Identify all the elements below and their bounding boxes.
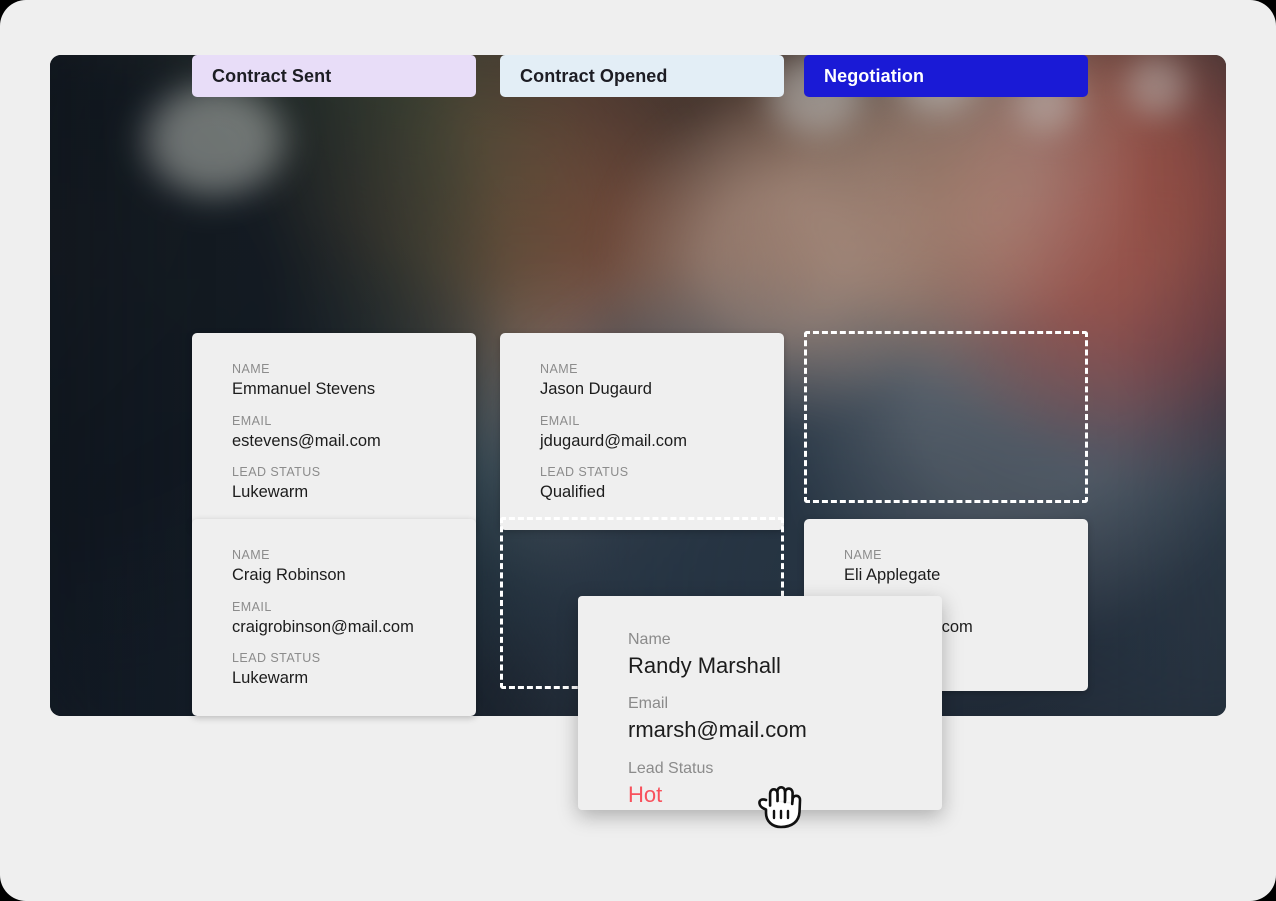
card-label-email: EMAIL — [232, 413, 272, 428]
column-header-contract-opened[interactable]: Contract Opened — [500, 55, 784, 97]
card-label-email: EMAIL — [540, 413, 580, 428]
card-field-email: EMAIL estevens@mail.com — [232, 413, 476, 453]
card-field-name: NAME Emmanuel Stevens — [232, 361, 476, 401]
card-field-lead-status: LEAD STATUS Lukewarm — [232, 464, 476, 504]
card-label-lead-status: LEAD STATUS — [232, 651, 321, 666]
card-field-name: NAME Craig Robinson — [232, 547, 476, 587]
card-value-lead-status: Lukewarm — [232, 483, 309, 502]
card-value-email: jdugaurd@mail.com — [540, 431, 687, 450]
column-contract-sent: Contract Sent — [192, 55, 476, 97]
drag-label-lead-status: Lead Status — [628, 759, 714, 777]
card-field-lead-status: LEAD STATUS Qualified — [540, 464, 784, 504]
card-field-name: NAME Eli Applegate — [844, 547, 1088, 587]
card-label-name: NAME — [232, 362, 270, 376]
card-value-name: Emmanuel Stevens — [232, 380, 376, 399]
card-label-lead-status: LEAD STATUS — [232, 465, 321, 480]
drag-label-email: Email — [628, 695, 669, 713]
card-value-email: craigrobinson@mail.com — [232, 617, 414, 636]
card-label-name: NAME — [540, 362, 578, 376]
grabbing-hand-cursor — [754, 780, 810, 830]
lead-card[interactable]: NAME Jason Dugaurd EMAIL jdugaurd@mail.c… — [500, 333, 784, 530]
drag-field-email: Email rmarsh@mail.com — [628, 694, 942, 744]
column-header-contract-sent[interactable]: Contract Sent — [192, 55, 476, 97]
card-field-lead-status: LEAD STATUS Lukewarm — [232, 650, 476, 690]
drag-field-name: Name Randy Marshall — [628, 630, 942, 680]
card-field-email: EMAIL jdugaurd@mail.com — [540, 413, 784, 453]
dragged-lead-card[interactable]: Name Randy Marshall Email rmarsh@mail.co… — [578, 596, 942, 810]
card-label-name: NAME — [232, 548, 270, 562]
card-field-name: NAME Jason Dugaurd — [540, 361, 784, 401]
card-label-name: NAME — [844, 548, 882, 562]
column-negotiation: Negotiation — [804, 55, 1088, 97]
card-field-email: EMAIL craigrobinson@mail.com — [232, 599, 476, 639]
column-header-negotiation[interactable]: Negotiation — [804, 55, 1088, 97]
drag-value-email: rmarsh@mail.com — [628, 717, 807, 743]
card-value-lead-status: Lukewarm — [232, 669, 309, 688]
card-value-name: Eli Applegate — [844, 566, 941, 585]
lead-card[interactable]: NAME Craig Robinson EMAIL craigrobinson@… — [192, 519, 476, 716]
drop-placeholder[interactable] — [804, 331, 1088, 503]
drag-value-name: Randy Marshall — [628, 652, 781, 678]
card-value-email: estevens@mail.com — [232, 431, 381, 450]
card-label-lead-status: LEAD STATUS — [540, 465, 629, 480]
card-value-name: Craig Robinson — [232, 566, 346, 585]
card-label-email: EMAIL — [232, 599, 272, 614]
card-value-name: Jason Dugaurd — [540, 380, 652, 399]
card-value-lead-status: Qualified — [540, 483, 606, 502]
column-contract-opened: Contract Opened — [500, 55, 784, 97]
lead-card[interactable]: NAME Emmanuel Stevens EMAIL estevens@mai… — [192, 333, 476, 530]
drag-label-name: Name — [628, 631, 671, 648]
page-root: Contract Sent Contract Opened Negotiatio… — [0, 0, 1276, 901]
